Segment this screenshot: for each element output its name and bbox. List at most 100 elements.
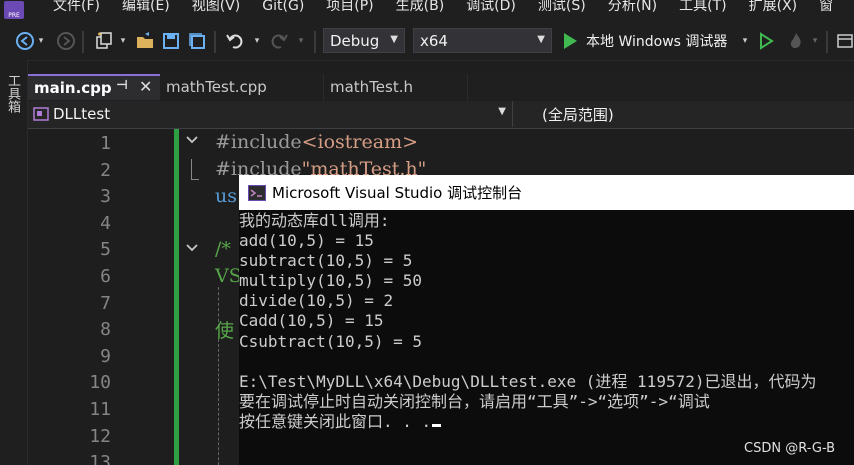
- document-tab-bar: main.cpp ⊣ ✕ mathTest.cpp mathTest.h: [28, 74, 854, 100]
- fold-collapse-icon[interactable]: [185, 243, 199, 253]
- tab-label: mathTest.h: [330, 78, 414, 96]
- hot-reload-flame-icon[interactable]: [785, 31, 807, 51]
- toolbox-strip[interactable]: 工具箱: [0, 60, 28, 465]
- console-line: 要在调试停止时自动关闭控制台，请启用“工具”->“选项”->“调试: [239, 391, 710, 411]
- open-folder-icon[interactable]: [134, 31, 156, 51]
- line-number: 6: [100, 266, 111, 287]
- new-project-icon[interactable]: [93, 31, 115, 51]
- line-number: 5: [100, 239, 111, 261]
- console-line: Csubtract(10,5) = 5: [239, 331, 423, 351]
- line-number: 1: [100, 133, 111, 154]
- menu-item[interactable]: 编辑(E): [111, 0, 181, 16]
- save-all-icon[interactable]: [186, 31, 208, 51]
- start-debugging-button[interactable]: 本地 Windows 调试器: [586, 31, 727, 51]
- console-line: 我的动态库dll调用:: [239, 211, 390, 230]
- chevron-down-icon: ▼: [498, 106, 506, 117]
- menu-item[interactable]: 分析(N): [597, 0, 668, 16]
- debug-console-window[interactable]: Microsoft Visual Studio 调试控制台 我的动态库dll调用…: [239, 175, 854, 465]
- fold-guide: [191, 159, 192, 179]
- line-number: 9: [100, 345, 111, 367]
- solution-configuration-value: Debug: [330, 31, 380, 50]
- redo-dropdown-icon[interactable]: ▾: [296, 31, 306, 51]
- toolbar-separator: [826, 31, 828, 53]
- menu-item[interactable]: 调试(D): [455, 0, 527, 16]
- tab-main-cpp[interactable]: main.cpp ⊣ ✕: [28, 74, 160, 100]
- member-scope-select[interactable]: (全局范围): [514, 101, 614, 127]
- menu-item[interactable]: 文件(F): [42, 0, 111, 16]
- redo-icon[interactable]: [268, 31, 290, 51]
- code-line: /*: [215, 238, 231, 260]
- solution-configuration-select[interactable]: Debug ▼: [323, 28, 405, 53]
- pin-icon[interactable]: ⊣: [116, 78, 128, 93]
- navigation-bar: DLLtest ▼ (全局范围): [28, 101, 854, 129]
- svg-text:PRE: PRE: [8, 12, 20, 19]
- menu-item[interactable]: Git(G): [251, 0, 315, 16]
- tab-mathtest-h[interactable]: mathTest.h: [324, 74, 468, 100]
- toolbar-separator: [214, 31, 216, 53]
- tab-label: main.cpp: [34, 79, 112, 97]
- fold-guide: [191, 179, 199, 180]
- solution-platform-value: x64: [420, 31, 448, 50]
- navigate-back-icon[interactable]: [14, 31, 36, 51]
- console-line: multiply(10,5) = 50: [239, 271, 423, 291]
- menu-items: 文件(F) 编辑(E) 视图(V) Git(G) 项目(P) 生成(B) 调试(D) 测试(S…: [42, 0, 844, 16]
- undo-icon[interactable]: [224, 31, 246, 51]
- menu-item[interactable]: 项目(P): [315, 0, 384, 16]
- menu-item[interactable]: 扩展(X): [738, 0, 809, 16]
- toolbar: ▾ ▾ ▾ ▾ Debug ▼ x64 ▼ 本地 Windows 调试器 ▾ ▾: [0, 22, 854, 61]
- console-cursor: [432, 423, 442, 427]
- console-line: E:\Test\MyDLL\x64\Debug\DLLtest.exe (进程 …: [239, 371, 817, 391]
- menu-bar: PRE 文件(F) 编辑(E) 视图(V) Git(G) 项目(P) 生成(B) 调试(D)…: [0, 0, 854, 22]
- visual-studio-logo-icon: PRE: [4, 1, 24, 19]
- undo-dropdown-icon[interactable]: ▾: [252, 31, 262, 51]
- toolbox-label[interactable]: 工具箱: [4, 74, 20, 113]
- line-number: 11: [89, 399, 111, 420]
- line-number: 7: [100, 292, 111, 314]
- console-line: Cadd(10,5) = 15: [239, 311, 384, 331]
- menu-item[interactable]: 视图(V): [181, 0, 252, 16]
- save-icon[interactable]: [160, 31, 182, 51]
- hot-reload-dropdown-icon[interactable]: ▾: [810, 31, 820, 51]
- layout-icon[interactable]: [836, 31, 854, 51]
- toolbar-separator: [314, 31, 316, 53]
- back-dropdown-icon[interactable]: ▾: [36, 31, 46, 51]
- fold-collapse-icon[interactable]: [185, 135, 199, 145]
- project-name: DLLtest: [53, 105, 111, 123]
- start-without-debugging-icon[interactable]: [757, 31, 775, 51]
- code-line: 使: [215, 320, 235, 342]
- line-number: 4: [100, 212, 111, 234]
- menu-item[interactable]: 窗: [808, 0, 844, 16]
- line-number: 13: [89, 452, 111, 465]
- console-title: Microsoft Visual Studio 调试控制台: [272, 184, 523, 202]
- watermark: CSDN @R-G-B: [744, 441, 836, 456]
- tab-label: mathTest.cpp: [166, 78, 267, 96]
- line-number: 2: [100, 159, 111, 181]
- close-icon[interactable]: ✕: [139, 77, 152, 96]
- start-debugging-play-icon[interactable]: [561, 31, 579, 51]
- toolbar-separator: [82, 31, 84, 53]
- code-line: VS: [215, 265, 242, 287]
- menu-item[interactable]: 工具(T): [668, 0, 737, 16]
- debug-target-dropdown-icon[interactable]: ▾: [740, 31, 750, 51]
- project-icon: [33, 107, 49, 121]
- menu-item[interactable]: 生成(B): [385, 0, 456, 16]
- chevron-down-icon: ▼: [537, 34, 545, 45]
- scope-name: (全局范围): [542, 105, 614, 124]
- line-number: 10: [89, 372, 111, 394]
- menu-item[interactable]: 测试(S): [527, 0, 597, 16]
- line-number: 3: [100, 186, 111, 208]
- console-line: divide(10,5) = 2: [239, 291, 394, 311]
- solution-platform-select[interactable]: x64 ▼: [413, 28, 552, 53]
- navigate-forward-icon[interactable]: [55, 31, 77, 51]
- project-scope-select[interactable]: DLLtest ▼: [28, 101, 513, 127]
- indent-guide: [218, 339, 220, 465]
- console-output: 我的动态库dll调用: add(10,5) = 15 subtract(10,5) …: [239, 211, 816, 432]
- change-tracking-bar: [174, 129, 179, 465]
- console-line: subtract(10,5) = 5: [239, 251, 413, 271]
- new-dropdown-icon[interactable]: ▾: [118, 31, 128, 51]
- console-title-bar[interactable]: Microsoft Visual Studio 调试控制台: [239, 175, 854, 210]
- console-line: 按任意键关闭此窗口. . .: [239, 412, 816, 432]
- console-app-icon: [248, 184, 266, 201]
- tab-mathtest-cpp[interactable]: mathTest.cpp: [160, 74, 324, 100]
